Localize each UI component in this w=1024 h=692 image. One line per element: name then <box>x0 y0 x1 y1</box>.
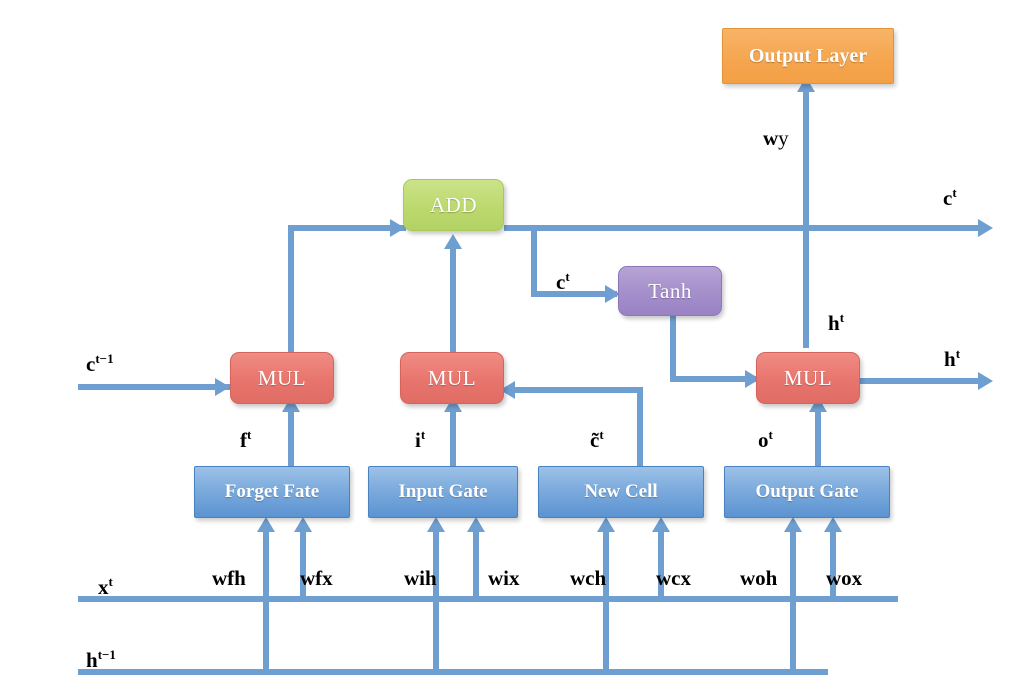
label-h-into-mul: ht <box>828 310 845 335</box>
label-h-prev: ht−1 <box>86 647 116 672</box>
wire-forget-mul-up <box>288 225 294 355</box>
label-i-t: it <box>415 427 426 452</box>
label-weight-wch: wch <box>570 566 607 590</box>
wire-riser-wch <box>603 530 609 675</box>
node-output-layer[interactable]: Output Layer <box>722 28 894 84</box>
label-weight-wy: wy <box>763 126 789 150</box>
wire-riser-wfh <box>263 530 269 675</box>
node-mul-output[interactable]: MUL <box>756 352 860 404</box>
label-h-out: ht <box>944 346 961 371</box>
arrowhead-riser-wfx <box>294 517 312 532</box>
arrowhead-riser-wih <box>427 517 445 532</box>
node-gate-new-cell[interactable]: New Cell <box>538 466 704 518</box>
wire-c-branch-down <box>531 225 537 297</box>
wire-riser-wix <box>473 530 479 600</box>
wire-forget-gate-up <box>288 410 294 468</box>
wire-output-gate-up <box>815 410 821 468</box>
arrowhead-riser-wox <box>824 517 842 532</box>
wire-input-mul-up <box>450 248 456 356</box>
wire-c-prev <box>78 384 230 390</box>
arrowhead-add-bottom <box>444 234 462 249</box>
label-weight-wfx: wfx <box>300 566 333 590</box>
arrowhead-c-out <box>978 219 993 237</box>
wire-wy-up <box>803 90 809 348</box>
wire-c-out <box>504 225 982 231</box>
node-mul-input[interactable]: MUL <box>400 352 504 404</box>
wire-new-cell-to-input-mul <box>512 387 643 393</box>
arrowhead-c-prev <box>215 378 230 396</box>
wire-new-cell-up <box>637 387 643 467</box>
wire-riser-woh <box>790 530 796 675</box>
node-add[interactable]: ADD <box>403 179 504 231</box>
wire-forget-mul-to-add <box>288 225 406 231</box>
arrowhead-h-out <box>978 372 993 390</box>
label-weight-wix: wix <box>488 566 520 590</box>
label-f-t: ft <box>240 427 252 452</box>
label-weight-wox: wox <box>826 566 863 590</box>
wire-input-gate-up <box>450 410 456 468</box>
wire-riser-wih <box>433 530 439 675</box>
node-mul-forget[interactable]: MUL <box>230 352 334 404</box>
arrowhead-riser-wfh <box>257 517 275 532</box>
wire-tanh-down <box>670 316 676 382</box>
node-gate-forget[interactable]: Forget Fate <box>194 466 350 518</box>
arrowhead-riser-wch <box>597 517 615 532</box>
label-weight-wih: wih <box>404 566 437 590</box>
label-o-t: ot <box>758 427 773 452</box>
wire-h-bus <box>78 669 828 675</box>
node-gate-input[interactable]: Input Gate <box>368 466 518 518</box>
label-c-prev: ct−1 <box>86 351 114 376</box>
label-x-t: xt <box>98 574 113 599</box>
label-c-tilde: c̃t <box>590 427 604 452</box>
arrowhead-riser-wcx <box>652 517 670 532</box>
arrowhead-riser-woh <box>784 517 802 532</box>
node-gate-output[interactable]: Output Gate <box>724 466 890 518</box>
lstm-diagram: Output Layer ADD Tanh MUL MUL MUL Forget… <box>0 0 1024 692</box>
label-weight-woh: woh <box>740 566 778 590</box>
label-weight-wfh: wfh <box>212 566 246 590</box>
wire-h-out <box>856 378 982 384</box>
wire-x-bus <box>78 596 898 602</box>
label-c-to-tanh: ct <box>556 269 570 294</box>
arrowhead-riser-wix <box>467 517 485 532</box>
node-tanh[interactable]: Tanh <box>618 266 722 316</box>
label-weight-wcx: wcx <box>656 566 691 590</box>
label-c-out-top: ct <box>943 185 957 210</box>
